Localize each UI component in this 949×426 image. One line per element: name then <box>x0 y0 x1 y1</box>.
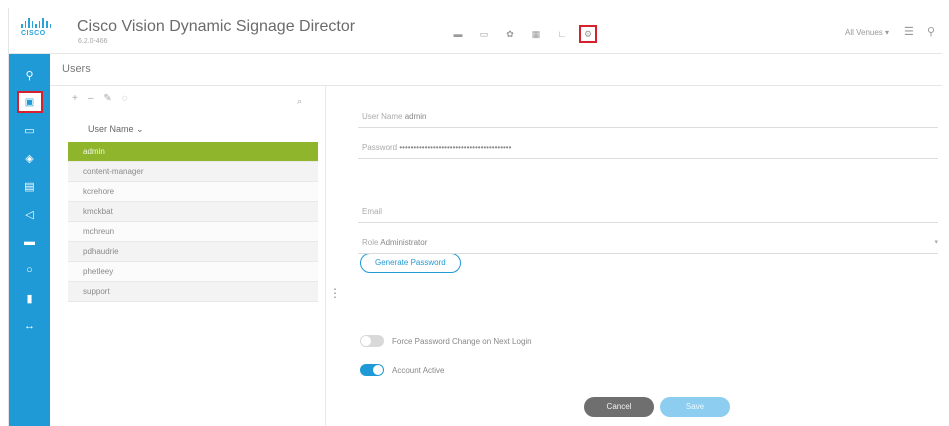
chevron-down-icon: ▾ <box>934 239 938 246</box>
password-field[interactable]: Password •••••••••••••••••••••••••••••••… <box>358 137 938 159</box>
phone-icon[interactable]: ▮ <box>9 285 50 311</box>
folder-icon[interactable]: ▬ <box>449 25 467 43</box>
card-icon[interactable]: ▬ <box>9 229 50 255</box>
search-icon[interactable]: ⌕ <box>297 96 302 107</box>
chart-icon[interactable]: ∟ <box>553 25 571 43</box>
username-value: admin <box>404 112 427 121</box>
page-title: Users <box>62 63 91 75</box>
screen-icon[interactable]: ▤ <box>9 173 50 199</box>
force-password-change-toggle[interactable] <box>360 335 384 347</box>
user-icon[interactable]: ⚲ <box>927 25 935 38</box>
cancel-button[interactable]: Cancel <box>584 397 654 417</box>
generate-password-button[interactable]: Generate Password <box>360 253 461 273</box>
role-select[interactable]: Role Administrator ▾ <box>358 232 938 254</box>
role-value: Administrator <box>380 238 428 247</box>
username-label: User Name <box>362 112 403 121</box>
panel-resize-handle[interactable]: ⋮ <box>329 286 341 300</box>
table-row[interactable]: pdhaudrie <box>68 242 318 262</box>
app-window: CISCO Cisco Vision Dynamic Signage Direc… <box>8 8 942 426</box>
more-icon[interactable]: ↔ <box>9 313 50 339</box>
account-active-label: Account Active <box>392 366 445 375</box>
display-icon[interactable]: ▭ <box>475 25 493 43</box>
edit-user-button[interactable]: ✎ <box>103 93 111 104</box>
list-toolbar: + – ✎ ◌ <box>72 93 128 104</box>
cisco-logo: CISCO <box>21 18 52 44</box>
users-table: admin content-manager kcrehore kmckbat m… <box>68 142 318 302</box>
users-list-panel: + – ✎ ◌ ⌕ User Name ⌄ admin content-mana… <box>50 86 326 426</box>
top-header: CISCO Cisco Vision Dynamic Signage Direc… <box>9 8 942 54</box>
page-header: Users <box>50 54 942 86</box>
password-label: Password <box>362 143 398 152</box>
app-version: 6.2.0-466 <box>78 38 108 45</box>
email-label: Email <box>362 207 383 216</box>
account-active-toggle[interactable] <box>360 364 384 376</box>
add-user-button[interactable]: + <box>72 93 78 104</box>
venues-dropdown[interactable]: All Venues ▾ <box>845 28 889 37</box>
users-icon[interactable]: ▣ <box>9 89 50 115</box>
channel-icon[interactable]: ◈ <box>9 145 50 171</box>
table-row[interactable]: kmckbat <box>68 202 318 222</box>
logo-text: CISCO <box>21 30 46 37</box>
settings-icon[interactable]: ⚙ <box>579 25 597 43</box>
monitor-icon[interactable]: ▭ <box>9 117 50 143</box>
venues-label: All Venues <box>845 28 883 37</box>
grid-icon[interactable]: ▦ <box>527 25 545 43</box>
user-detail-form: User Name admin Password •••••••••••••••… <box>354 86 942 426</box>
audio-icon[interactable]: ◁ <box>9 201 50 227</box>
password-value: •••••••••••••••••••••••••••••••••••••••• <box>399 143 512 152</box>
location-icon[interactable]: ⚲ <box>9 62 50 88</box>
menu-icon[interactable]: ☰ <box>904 25 914 38</box>
role-label: Role <box>362 238 379 247</box>
remove-user-button[interactable]: – <box>88 93 94 104</box>
table-row[interactable]: mchreun <box>68 222 318 242</box>
email-field[interactable]: Email <box>358 201 938 223</box>
table-row[interactable]: kcrehore <box>68 182 318 202</box>
circle-icon[interactable]: ○ <box>9 257 50 283</box>
save-button[interactable]: Save <box>660 397 730 417</box>
table-row[interactable]: support <box>68 282 318 302</box>
refresh-button[interactable]: ◌ <box>122 93 128 104</box>
table-row[interactable]: content-manager <box>68 162 318 182</box>
gear-icon[interactable]: ✿ <box>501 25 519 43</box>
top-nav-icons: ▬ ▭ ✿ ▦ ∟ ⚙ <box>449 25 597 43</box>
username-field[interactable]: User Name admin <box>358 106 938 128</box>
table-row[interactable]: admin <box>68 142 318 162</box>
left-sidebar: ⚲ ▣ ▭ ◈ ▤ ◁ ▬ ○ ▮ ↔ <box>9 54 50 426</box>
table-row[interactable]: phetleey <box>68 262 318 282</box>
force-password-change-label: Force Password Change on Next Login <box>392 337 532 346</box>
user-name-column-header[interactable]: User Name ⌄ <box>88 124 144 135</box>
app-title: Cisco Vision Dynamic Signage Director <box>77 18 356 35</box>
